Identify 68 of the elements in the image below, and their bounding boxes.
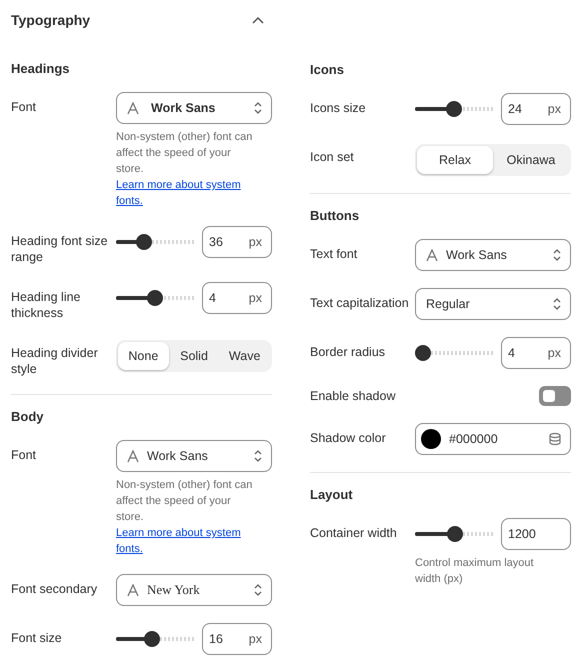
setting-label: Icons size	[310, 100, 367, 116]
unit-label: px	[548, 346, 561, 360]
setting-label: Shadow color	[310, 430, 387, 446]
setting-label: Font	[11, 447, 38, 463]
slider[interactable]	[415, 101, 493, 117]
up-down-arrows-icon	[253, 583, 263, 597]
setting-label: Icon set	[310, 149, 355, 165]
font-icon	[426, 248, 438, 262]
select-field[interactable]: Work Sans	[415, 239, 571, 271]
segment-option[interactable]: None	[118, 342, 169, 370]
help-link[interactable]: Learn more about system fonts.	[116, 525, 256, 557]
section-heading: Icons	[310, 62, 345, 77]
help-text: Non-system (other) font can affect the speed of your store.	[116, 478, 254, 525]
setting-label: Container width	[310, 525, 398, 541]
setting-label: Border radius	[310, 344, 386, 360]
section-heading: Buttons	[310, 208, 360, 223]
slider[interactable]	[116, 631, 194, 647]
segment-option[interactable]: Solid	[168, 342, 220, 370]
toggle-switch[interactable]	[539, 386, 571, 406]
number-field[interactable]: 1200	[501, 518, 571, 550]
help-text: Control maximum layout width (px)	[415, 556, 535, 587]
segment-option[interactable]: Okinawa	[493, 146, 569, 174]
select-field[interactable]: New York	[116, 574, 272, 606]
setting-label: Enable shadow	[310, 388, 396, 404]
color-field[interactable]: #000000	[415, 423, 571, 455]
slider[interactable]	[116, 234, 194, 250]
chevron-up-icon	[252, 16, 264, 24]
setting-label: Heading divider style	[11, 345, 99, 377]
help-text: Non-system (other) font can affect the speed of your store.	[116, 130, 254, 177]
help-link[interactable]: Learn more about system fonts.	[116, 177, 256, 209]
setting-label: Font size	[11, 630, 63, 646]
section-heading: Headings	[11, 61, 71, 76]
up-down-arrows-icon	[253, 449, 263, 463]
panel-title: Typography	[11, 12, 90, 28]
slider[interactable]	[415, 526, 493, 542]
section-heading: Layout	[310, 487, 354, 502]
number-field[interactable]: 4 px	[202, 282, 272, 314]
setting-label: Text capitalization	[310, 295, 410, 311]
slider[interactable]	[116, 290, 194, 306]
setting-label: Font secondary	[11, 581, 98, 597]
slider[interactable]	[415, 345, 493, 361]
unit-label: px	[248, 291, 262, 305]
font-icon	[127, 450, 139, 462]
up-down-arrows-icon	[552, 248, 562, 262]
up-down-arrows-icon	[552, 297, 562, 311]
number-field[interactable]: 24 px	[501, 93, 571, 125]
font-icon	[127, 584, 139, 596]
section-heading: Body	[11, 409, 44, 424]
number-field[interactable]: 36 px	[202, 226, 272, 258]
collapse-button[interactable]	[250, 14, 266, 26]
font-icon	[127, 102, 139, 114]
up-down-arrows-icon	[253, 101, 263, 115]
segment-option[interactable]: Relax	[417, 146, 493, 174]
setting-label: Font	[11, 99, 38, 115]
unit-label: px	[548, 102, 561, 116]
select-field[interactable]: Work Sans	[116, 440, 272, 472]
setting-label: Text font	[310, 246, 358, 262]
color-swatch[interactable]	[421, 429, 441, 449]
unit-label: px	[248, 632, 262, 646]
select-field[interactable]: Regular	[415, 288, 571, 320]
setting-label: Heading font size range	[11, 233, 109, 265]
segment-option[interactable]: Wave	[219, 342, 270, 370]
unit-label: px	[248, 235, 262, 249]
select-field[interactable]: Work Sans	[116, 92, 272, 124]
setting-label: Heading line thickness	[11, 289, 82, 321]
number-field[interactable]: 4 px	[501, 337, 571, 369]
database-icon	[548, 432, 562, 446]
number-field[interactable]: 16 px	[202, 623, 272, 655]
